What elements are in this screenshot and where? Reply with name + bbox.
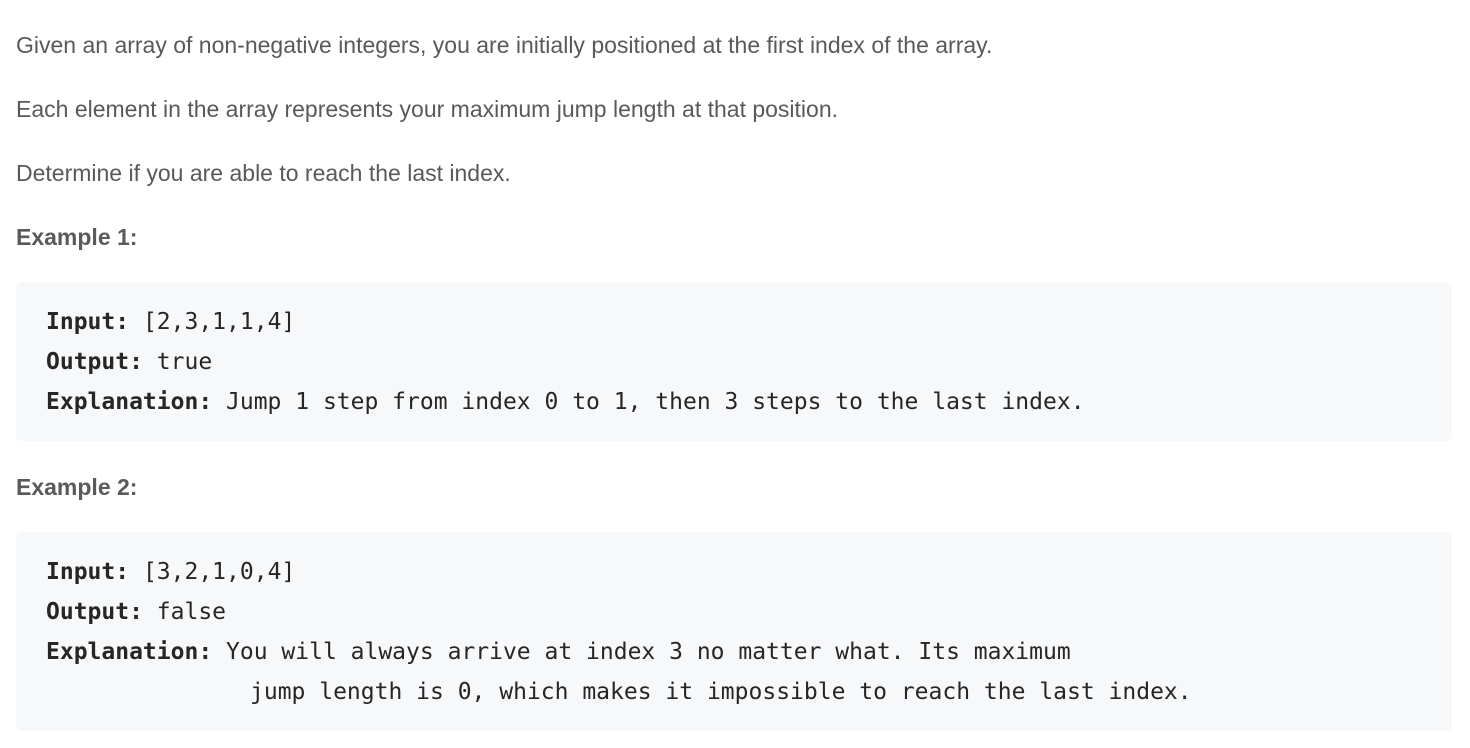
example-2-explanation-line-1: Explanation: You will always arrive at i…: [46, 632, 1422, 672]
example-1-heading: Example 1:: [16, 224, 138, 250]
input-label: Input:: [46, 559, 130, 585]
explanation-text: You will always arrive at index 3 no mat…: [212, 639, 1071, 665]
output-value: true: [142, 349, 213, 375]
example-2-input-line: Input: [3,2,1,0,4]: [46, 552, 1422, 592]
example-2-explanation-line-2: jump length is 0, which makes it impossi…: [46, 672, 1422, 712]
example-1-code-block: Input: [2,3,1,1,4] Output: true Explanat…: [16, 282, 1452, 441]
example-2-heading: Example 2:: [16, 474, 138, 500]
input-value: [3,2,1,0,4]: [129, 559, 296, 585]
description-paragraph-1: Given an array of non-negative integers,…: [16, 32, 993, 58]
example-1-explanation-line: Explanation: Jump 1 step from index 0 to…: [46, 382, 1422, 422]
output-value: false: [142, 599, 227, 625]
description-paragraph-3: Determine if you are able to reach the l…: [16, 160, 511, 186]
output-label: Output:: [46, 599, 143, 625]
example-2-output-line: Output: false: [46, 592, 1422, 632]
description-paragraph-2: Each element in the array represents you…: [16, 96, 839, 122]
explanation-text-continued: jump length is 0, which makes it impossi…: [250, 679, 1192, 705]
example-2-code-block: Input: [3,2,1,0,4] Output: false Explana…: [16, 532, 1452, 731]
explanation-label: Explanation:: [46, 639, 213, 665]
input-label: Input:: [46, 309, 130, 335]
input-value: [2,3,1,1,4]: [129, 309, 296, 335]
output-label: Output:: [46, 349, 143, 375]
explanation-text: Jump 1 step from index 0 to 1, then 3 st…: [212, 389, 1085, 415]
explanation-label: Explanation:: [46, 389, 213, 415]
example-1-output-line: Output: true: [46, 342, 1422, 382]
example-1-input-line: Input: [2,3,1,1,4]: [46, 302, 1422, 342]
